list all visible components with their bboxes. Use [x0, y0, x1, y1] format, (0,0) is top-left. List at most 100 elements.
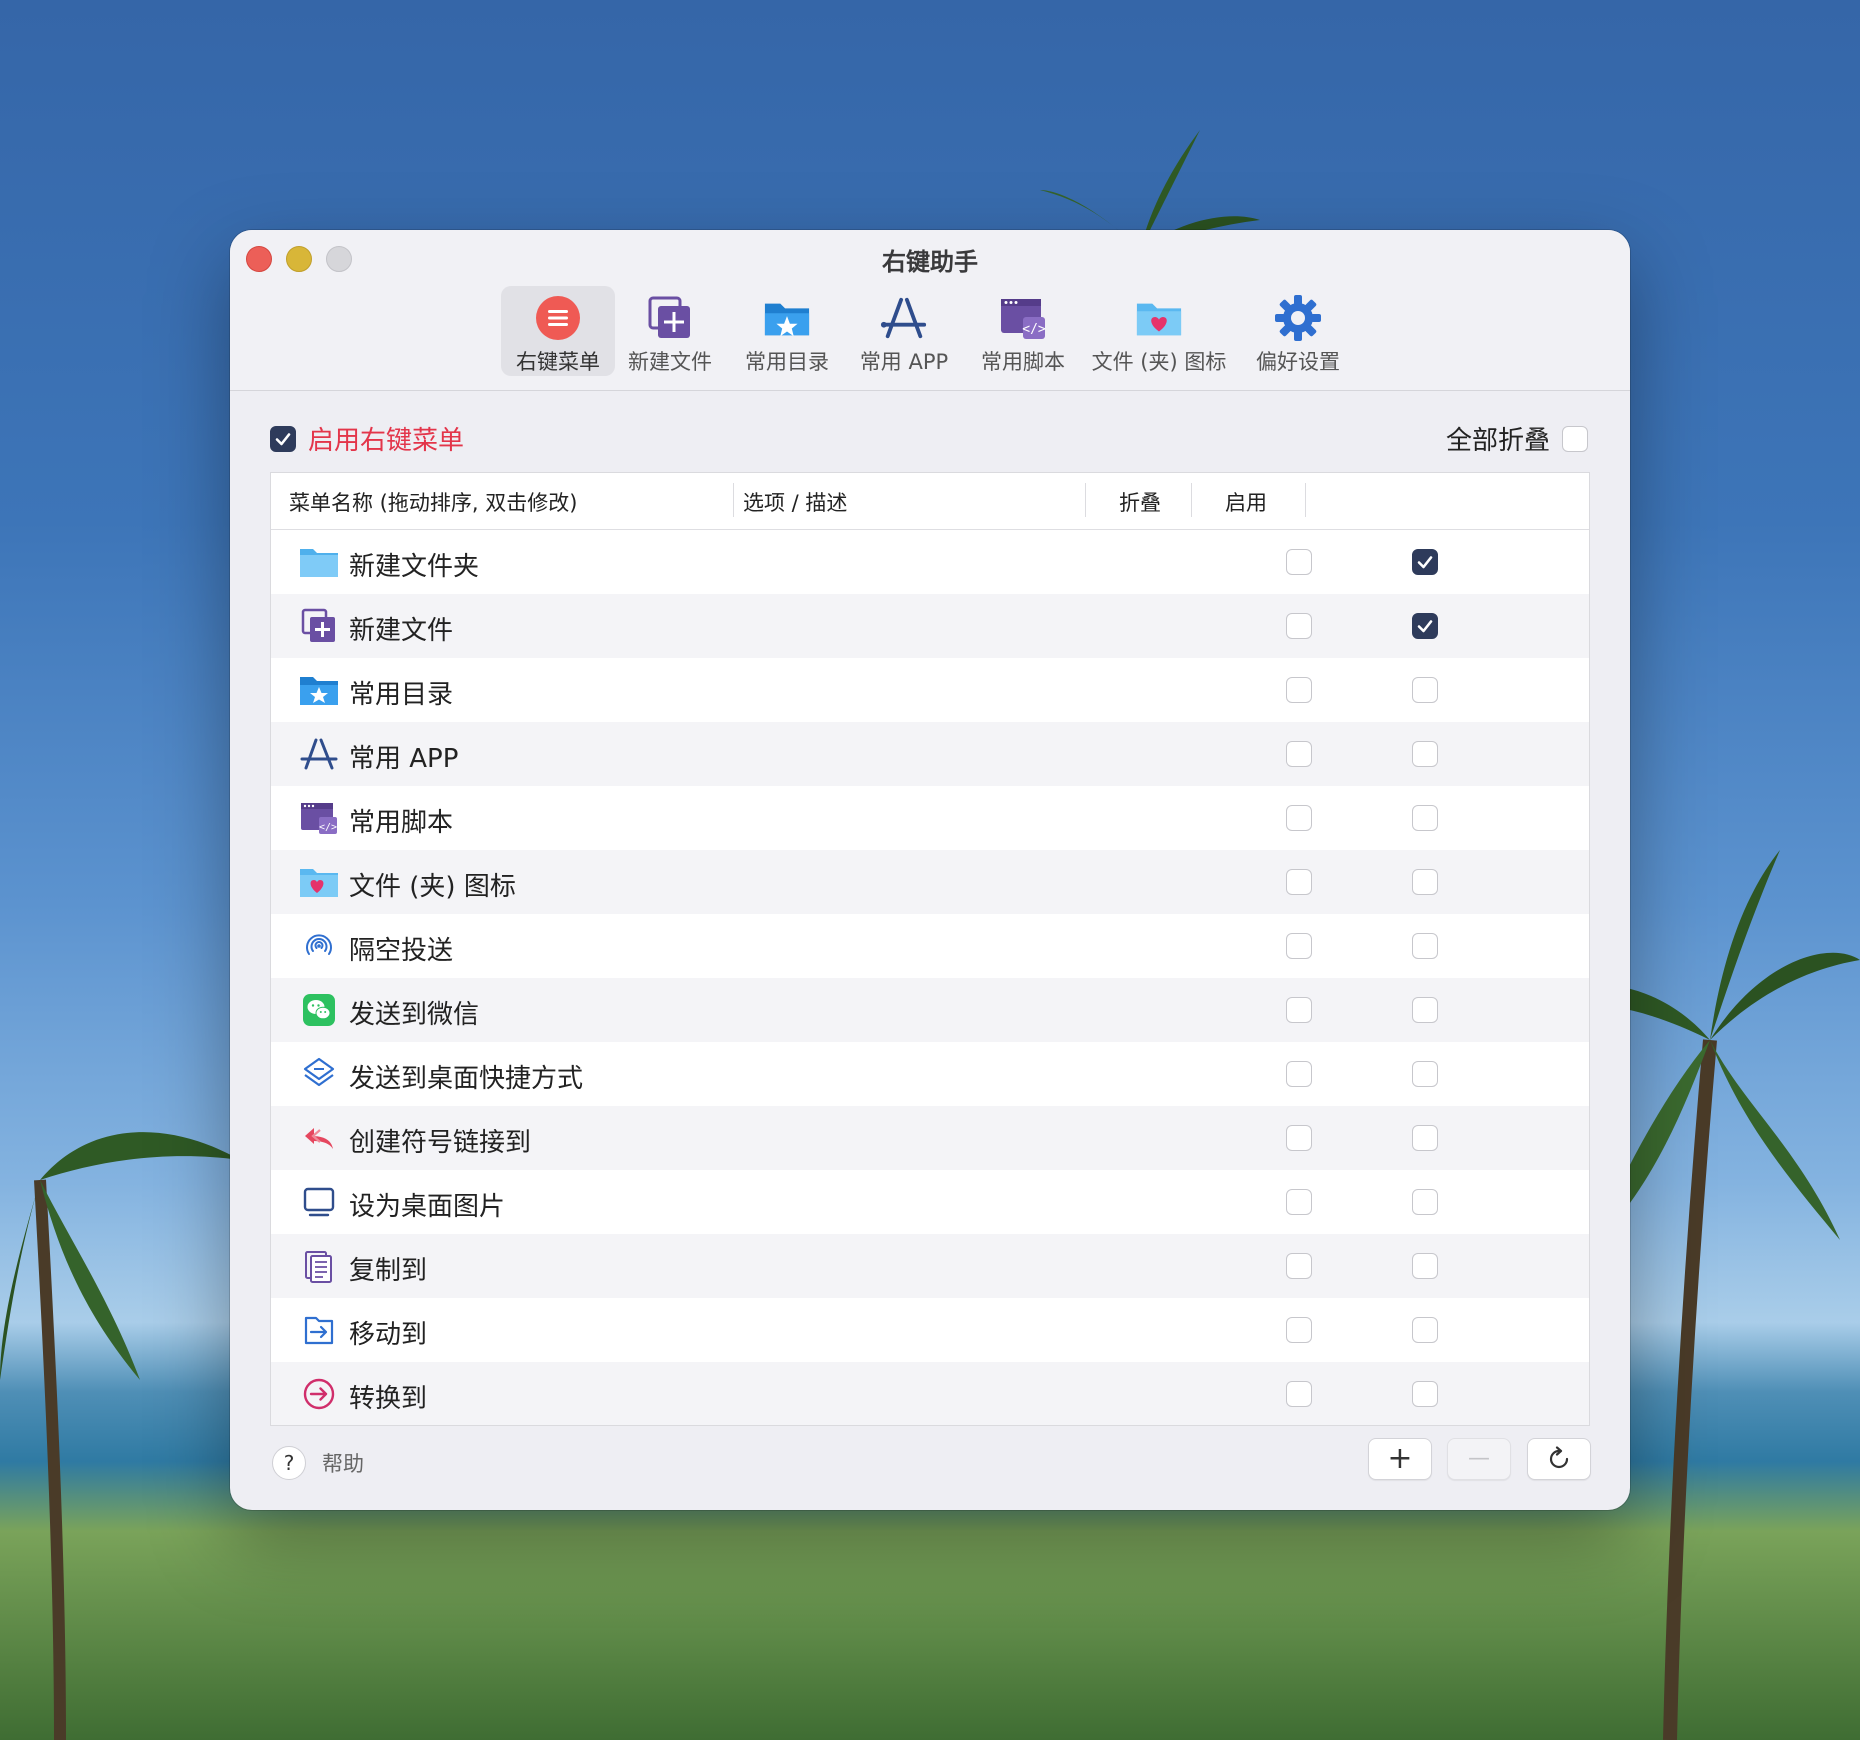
new-file-icon	[299, 608, 339, 644]
table-row[interactable]: 新建文件夹	[271, 530, 1589, 594]
enable-checkbox[interactable]	[1412, 933, 1438, 959]
fold-checkbox[interactable]	[1286, 997, 1312, 1023]
enable-checkbox[interactable]	[1412, 613, 1438, 639]
fold-checkbox[interactable]	[1286, 1061, 1312, 1087]
enable-checkbox[interactable]	[1412, 549, 1438, 575]
menu-items-table: 菜单名称 (拖动排序, 双击修改) 选项 / 描述 折叠 启用 新建文件夹新建文…	[270, 472, 1590, 1426]
row-name: 发送到微信	[349, 1000, 480, 1030]
tab-favorite-apps[interactable]: 常用 APP	[855, 286, 953, 376]
enable-checkbox[interactable]	[1412, 1125, 1438, 1151]
footer-bar: ? 帮助 + —	[230, 1434, 1630, 1504]
tab-favorite-scripts[interactable]: </> 常用脚本	[971, 286, 1075, 376]
row-name: 隔空投送	[349, 936, 454, 966]
monitor-icon	[299, 1184, 339, 1220]
tab-file-folder-icons[interactable]: 文件 (夹) 图标	[1091, 286, 1227, 376]
shortcut-icon	[299, 1056, 339, 1092]
fold-checkbox[interactable]	[1286, 933, 1312, 959]
enable-checkbox[interactable]	[1412, 1317, 1438, 1343]
table-row[interactable]: 隔空投送	[271, 914, 1589, 978]
enable-checkbox[interactable]	[1412, 1061, 1438, 1087]
fold-checkbox[interactable]	[1286, 1317, 1312, 1343]
tab-preferences[interactable]: 偏好设置	[1249, 286, 1347, 376]
table-row[interactable]: </> 常用脚本	[271, 786, 1589, 850]
column-header-fold[interactable]: 折叠	[1119, 487, 1161, 517]
enable-context-menu-label: 启用右键菜单	[308, 426, 465, 456]
collapse-all-toggle[interactable]: 全部折叠	[1446, 420, 1588, 457]
tab-label: 右键菜单	[516, 350, 600, 374]
fold-checkbox[interactable]	[1286, 805, 1312, 831]
table-row[interactable]: 发送到微信	[271, 978, 1589, 1042]
enable-checkbox[interactable]	[1412, 741, 1438, 767]
window-title: 右键助手	[882, 248, 978, 276]
toolbar: 右键菜单 新建文件 常用目录 常用 APP </> 常用脚本 文件 (夹) 图标…	[230, 286, 1630, 382]
enable-context-menu-toggle[interactable]: 启用右键菜单	[270, 420, 464, 457]
tab-new-file[interactable]: 新建文件	[621, 286, 719, 376]
column-divider[interactable]	[1085, 483, 1086, 517]
column-header-description[interactable]: 选项 / 描述	[743, 487, 847, 517]
fold-checkbox[interactable]	[1286, 549, 1312, 575]
wechat-icon	[299, 992, 339, 1028]
tab-label: 常用目录	[745, 350, 829, 374]
enable-checkbox[interactable]	[1412, 1189, 1438, 1215]
folder-heart-icon	[299, 864, 339, 900]
enable-checkbox[interactable]	[1412, 869, 1438, 895]
plus-icon: +	[1387, 1441, 1413, 1476]
table-row[interactable]: 移动到	[271, 1298, 1589, 1362]
gear-icon	[1274, 294, 1322, 342]
column-divider[interactable]	[1305, 483, 1306, 517]
enable-checkbox[interactable]	[1412, 805, 1438, 831]
enable-checkbox[interactable]	[1412, 997, 1438, 1023]
table-body: 新建文件夹新建文件 常用目录 常用 APP </> 常用脚本文件 (夹) 图标隔空投送发…	[271, 530, 1589, 1425]
table-row[interactable]: 新建文件	[271, 594, 1589, 658]
table-row[interactable]: 文件 (夹) 图标	[271, 850, 1589, 914]
fold-checkbox[interactable]	[1286, 1189, 1312, 1215]
table-row[interactable]: 发送到桌面快捷方式	[271, 1042, 1589, 1106]
svg-text:</>: </>	[1022, 322, 1046, 337]
table-row[interactable]: 复制到	[271, 1234, 1589, 1298]
table-row[interactable]: 转换到	[271, 1362, 1589, 1425]
svg-text:</>: </>	[319, 822, 337, 833]
remove-item-button[interactable]: —	[1447, 1438, 1511, 1480]
help-label: 帮助	[322, 1452, 364, 1476]
fold-checkbox[interactable]	[1286, 613, 1312, 639]
airdrop-icon	[299, 928, 339, 964]
collapse-all-checkbox[interactable]	[1562, 425, 1588, 452]
fold-checkbox[interactable]	[1286, 869, 1312, 895]
add-item-button[interactable]: +	[1368, 1438, 1432, 1480]
column-header-name[interactable]: 菜单名称 (拖动排序, 双击修改)	[289, 487, 577, 517]
script-icon: </>	[299, 800, 339, 836]
help-button[interactable]: ?	[272, 1446, 306, 1480]
table-header: 菜单名称 (拖动排序, 双击修改) 选项 / 描述 折叠 启用	[271, 473, 1589, 530]
fold-checkbox[interactable]	[1286, 1253, 1312, 1279]
fold-checkbox[interactable]	[1286, 1381, 1312, 1407]
move-icon	[299, 1312, 339, 1348]
table-row[interactable]: 常用目录	[271, 658, 1589, 722]
column-divider[interactable]	[1191, 483, 1192, 517]
tab-label: 常用 APP	[859, 350, 949, 374]
enable-checkbox[interactable]	[1412, 1381, 1438, 1407]
tab-favorite-folders[interactable]: 常用目录	[735, 286, 839, 376]
tab-label: 常用脚本	[981, 350, 1065, 374]
row-name: 移动到	[349, 1320, 428, 1350]
column-divider[interactable]	[733, 483, 734, 517]
fold-checkbox[interactable]	[1286, 741, 1312, 767]
main-content: 启用右键菜单 全部折叠 菜单名称 (拖动排序, 双击修改) 选项 / 描述 折叠…	[230, 390, 1630, 1510]
fold-checkbox[interactable]	[1286, 677, 1312, 703]
table-row[interactable]: 设为桌面图片	[271, 1170, 1589, 1234]
row-name: 新建文件夹	[349, 552, 480, 582]
column-header-enabled[interactable]: 启用	[1225, 487, 1267, 517]
refresh-button[interactable]	[1527, 1438, 1591, 1480]
table-row[interactable]: 创建符号链接到	[271, 1106, 1589, 1170]
enable-checkbox[interactable]	[1412, 677, 1438, 703]
collapse-all-label: 全部折叠	[1445, 426, 1550, 456]
context-menu-icon	[534, 294, 582, 342]
row-name: 常用脚本	[349, 808, 454, 838]
new-file-icon	[646, 294, 694, 342]
tab-context-menu[interactable]: 右键菜单	[501, 286, 615, 376]
enable-context-menu-checkbox[interactable]	[270, 425, 296, 452]
fold-checkbox[interactable]	[1286, 1125, 1312, 1151]
table-row[interactable]: 常用 APP	[271, 722, 1589, 786]
enable-checkbox[interactable]	[1412, 1253, 1438, 1279]
convert-icon	[299, 1376, 339, 1412]
palm-tree-image	[0, 1132, 240, 1740]
